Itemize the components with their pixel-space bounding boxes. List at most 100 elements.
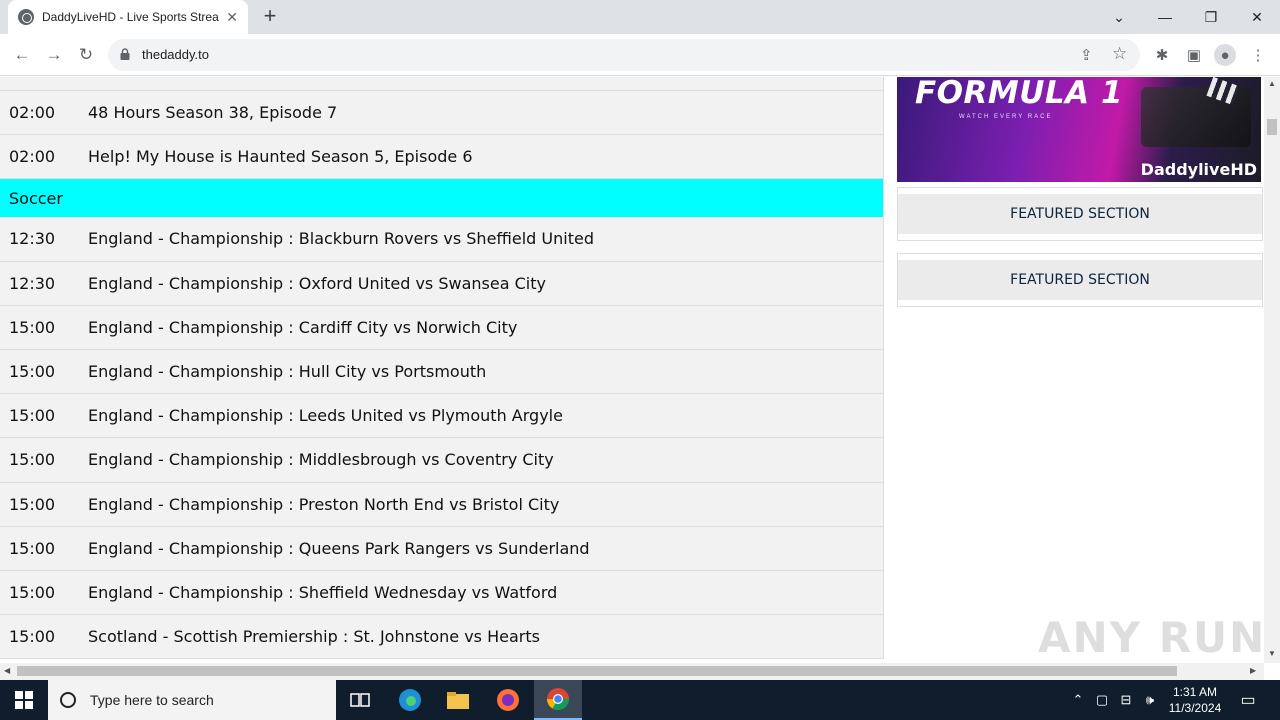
horizontal-scrollbar[interactable]: ◀ ▶ <box>0 663 1264 680</box>
event-title[interactable]: England - Championship : Hull City vs Po… <box>88 362 883 381</box>
formula1-banner[interactable]: FORMULA 1 WATCH EVERY RACE DaddyliveHD <box>897 77 1261 182</box>
featured-section-heading: FEATURED SECTION <box>898 260 1262 300</box>
web-page: 02:00 48 Hours Season 38, Episode 7 02:0… <box>0 77 1264 663</box>
restore-button[interactable]: ❐ <box>1188 0 1234 34</box>
scroll-down-icon[interactable]: ▼ <box>1268 649 1276 658</box>
lock-icon <box>120 48 130 60</box>
tab-strip: DaddyLiveHD - Live Sports Strea ✕ + ⌄ — … <box>0 0 1280 34</box>
event-title[interactable]: England - Championship : Preston North E… <box>88 495 883 514</box>
network-icon[interactable]: ⊟ <box>1116 680 1136 720</box>
back-button[interactable]: ← <box>10 43 34 67</box>
system-clock[interactable]: 1:31 AM 11/3/2024 <box>1160 684 1230 716</box>
event-time: 15:00 <box>9 317 56 337</box>
clock-time: 1:31 AM <box>1172 685 1218 699</box>
url-text: thedaddy.to <box>142 47 209 62</box>
table-row[interactable]: 15:00 England - Championship : Queens Pa… <box>0 526 883 571</box>
scrollbar-thumb[interactable] <box>1267 119 1277 135</box>
event-title[interactable]: England - Championship : Queens Park Ran… <box>88 539 883 558</box>
table-row[interactable]: 15:00 England - Championship : Sheffield… <box>0 570 883 616</box>
scroll-left-icon[interactable]: ◀ <box>4 666 10 675</box>
table-row[interactable]: 12:30 England - Championship : Blackburn… <box>0 217 883 262</box>
banner-title: FORMULA 1 <box>915 77 1124 111</box>
event-title[interactable]: England - Championship : Blackburn Rover… <box>88 229 883 248</box>
table-row[interactable]: 15:00 England - Championship : Cardiff C… <box>0 305 883 350</box>
schedule-table: 02:00 48 Hours Season 38, Episode 7 02:0… <box>0 77 884 660</box>
featured-box: FEATURED SECTION <box>897 253 1263 307</box>
event-title[interactable]: Scotland - Scottish Premiership : St. Jo… <box>88 627 883 646</box>
tab-search-icon[interactable]: ⌄ <box>1096 0 1142 34</box>
reload-button[interactable]: ↻ <box>74 43 98 67</box>
show-hidden-icons-icon[interactable]: ⌃ <box>1068 680 1088 720</box>
site-favicon-icon <box>18 9 34 25</box>
event-time: 15:00 <box>9 627 56 647</box>
table-row[interactable]: 15:00 England - Championship : Leeds Uni… <box>0 394 883 439</box>
forward-button[interactable]: → <box>42 43 66 67</box>
event-title[interactable]: England - Championship : Middlesbrough v… <box>88 450 883 469</box>
banner-brand: DaddyliveHD <box>1140 160 1257 179</box>
event-title[interactable]: Help! My House is Haunted Season 5, Epis… <box>88 147 883 166</box>
banner-tagline: WATCH EVERY RACE <box>959 114 1053 120</box>
event-time: 15:00 <box>9 450 56 470</box>
category-header: Soccer <box>0 179 883 218</box>
scroll-right-icon[interactable]: ▶ <box>1250 666 1256 675</box>
search-icon <box>60 692 76 708</box>
table-row[interactable]: 15:00 England - Championship : Middlesbr… <box>0 438 883 483</box>
notifications-icon[interactable]: ▭ <box>1234 680 1262 720</box>
chrome-icon[interactable] <box>534 680 582 720</box>
featured-section-heading: FEATURED SECTION <box>898 194 1262 234</box>
bookmark-star-icon[interactable]: ☆ <box>1112 44 1127 64</box>
table-row[interactable]: 15:00 England - Championship : Hull City… <box>0 349 883 395</box>
event-time: 15:00 <box>9 406 56 426</box>
menu-kebab-icon[interactable]: ⋮ <box>1247 44 1269 66</box>
event-title[interactable]: 48 Hours Season 38, Episode 7 <box>88 103 883 122</box>
vertical-scrollbar[interactable]: ▲ ▼ <box>1264 77 1280 663</box>
event-time: 15:00 <box>9 362 56 382</box>
anyrun-watermark: ANY RUN <box>1038 613 1267 662</box>
table-row[interactable]: 02:00 Help! My House is Haunted Season 5… <box>0 135 883 180</box>
tab-title: DaddyLiveHD - Live Sports Strea <box>42 10 219 24</box>
event-title[interactable]: England - Championship : Oxford United v… <box>88 274 883 293</box>
address-bar[interactable]: thedaddy.to ⇪ ☆ <box>108 39 1140 71</box>
featured-box: FEATURED SECTION <box>897 187 1263 241</box>
table-row[interactable]: 15:00 Scotland - Scottish Premiership : … <box>0 615 883 660</box>
table-row[interactable]: 12:30 England - Championship : Oxford Un… <box>0 261 883 306</box>
event-time: 12:30 <box>9 229 56 249</box>
event-title[interactable]: England - Championship : Sheffield Wedne… <box>88 583 883 602</box>
profile-avatar-icon[interactable]: ● <box>1214 44 1236 66</box>
side-panel-icon[interactable]: ▣ <box>1183 44 1205 66</box>
event-time: 15:00 <box>9 582 56 602</box>
taskbar-search-box[interactable]: Type here to search <box>48 680 336 720</box>
new-tab-button[interactable]: + <box>260 5 280 29</box>
share-icon[interactable]: ⇪ <box>1080 46 1093 64</box>
close-tab-icon[interactable]: ✕ <box>226 9 238 26</box>
task-view-icon[interactable] <box>336 680 384 720</box>
event-time: 02:00 <box>9 147 56 167</box>
minimize-button[interactable]: — <box>1142 0 1188 34</box>
event-time: 15:00 <box>9 494 56 514</box>
event-time: 12:30 <box>9 273 56 293</box>
event-title[interactable]: England - Championship : Cardiff City vs… <box>88 318 883 337</box>
start-button[interactable] <box>0 680 48 720</box>
scroll-up-icon[interactable]: ▲ <box>1268 79 1276 88</box>
edge-icon[interactable] <box>386 680 434 720</box>
file-explorer-icon[interactable] <box>434 680 482 720</box>
table-row[interactable]: 02:00 48 Hours Season 38, Episode 7 <box>0 91 883 136</box>
sidebar: FORMULA 1 WATCH EVERY RACE DaddyliveHD F… <box>897 77 1263 307</box>
windows-logo-icon <box>15 691 33 709</box>
event-time: 02:00 <box>9 103 56 123</box>
table-row <box>0 77 883 91</box>
volume-icon[interactable]: 🕪 <box>1140 680 1160 720</box>
scrollbar-thumb[interactable] <box>17 666 1177 676</box>
clock-date: 11/3/2024 <box>1168 701 1222 715</box>
event-title[interactable]: England - Championship : Leeds United vs… <box>88 406 883 425</box>
meet-now-icon[interactable]: ▢ <box>1092 680 1112 720</box>
search-placeholder: Type here to search <box>90 692 214 708</box>
browser-toolbar: ← → ↻ thedaddy.to ⇪ ☆ ✱ ▣ ● ⋮ <box>0 34 1280 76</box>
windows-taskbar: Type here to search ⌃ ▢ ⊟ 🕪 1:31 AM 11/3… <box>0 680 1280 720</box>
table-row[interactable]: 15:00 England - Championship : Preston N… <box>0 482 883 527</box>
browser-tab[interactable]: DaddyLiveHD - Live Sports Strea ✕ <box>8 0 248 34</box>
close-window-button[interactable]: ✕ <box>1234 0 1280 34</box>
event-time: 15:00 <box>9 538 56 558</box>
extensions-icon[interactable]: ✱ <box>1151 44 1173 66</box>
firefox-icon[interactable] <box>484 680 532 720</box>
